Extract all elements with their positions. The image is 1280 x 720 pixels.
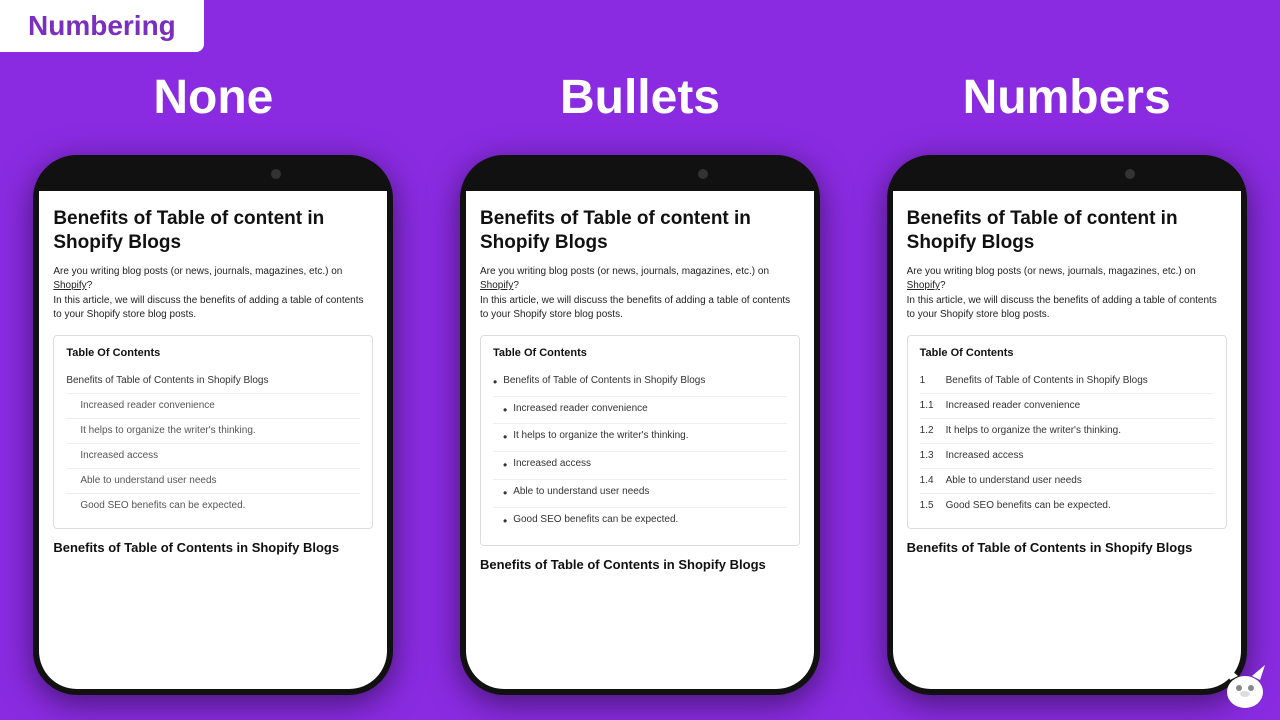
columns-row: None Bullets Numbers <box>0 70 1280 125</box>
fox-mascot <box>1220 660 1270 710</box>
phone-screen-numbers: Benefits of Table of content in Shopify … <box>893 191 1241 689</box>
bottom-heading-bullets: Benefits of Table of Contents in Shopify… <box>480 556 800 574</box>
toc-text-numbers-0[interactable]: Benefits of Table of Contents in Shopify… <box>946 374 1148 388</box>
col-label-numbers: Numbers <box>867 70 1267 125</box>
toc-title-bullets: Table Of Contents <box>493 346 787 361</box>
intro-text-none-2: ?In this article, we will discuss the be… <box>53 280 363 320</box>
fox-icon <box>1220 660 1270 710</box>
toc-sub-link-bullets-4[interactable]: Able to understand user needs <box>493 485 787 502</box>
toc-item-none-2[interactable]: It helps to organize the writer's thinki… <box>66 419 360 444</box>
toc-text-numbers-5[interactable]: Good SEO benefits can be expected. <box>946 499 1111 513</box>
toc-text-numbers-2[interactable]: It helps to organize the writer's thinki… <box>946 424 1121 438</box>
toc-item-bullets-0[interactable]: Benefits of Table of Contents in Shopify… <box>493 369 787 397</box>
toc-sub-link-bullets-3[interactable]: Increased access <box>493 457 787 474</box>
toc-main-link-bullets-0[interactable]: Benefits of Table of Contents in Shopify… <box>493 374 787 391</box>
screen-content-none: Benefits of Table of content in Shopify … <box>53 207 373 675</box>
notch-bullets <box>560 163 720 185</box>
blog-title-numbers: Benefits of Table of content in Shopify … <box>907 207 1227 255</box>
shopify-link-bullets[interactable]: Shopify <box>480 280 513 291</box>
toc-item-none-5[interactable]: Good SEO benefits can be expected. <box>66 494 360 518</box>
screen-content-bullets: Benefits of Table of content in Shopify … <box>480 207 800 675</box>
toc-item-bullets-3[interactable]: Increased access <box>493 452 787 480</box>
col-label-bullets: Bullets <box>440 70 840 125</box>
phone-none: Benefits of Table of content in Shopify … <box>33 155 393 695</box>
notch-numbers <box>987 163 1147 185</box>
intro-text-bullets-1: Are you writing blog posts (or news, jou… <box>480 266 769 277</box>
toc-title-numbers: Table Of Contents <box>920 346 1214 361</box>
toc-item-bullets-5[interactable]: Good SEO benefits can be expected. <box>493 508 787 535</box>
toc-num-numbers-0: 1 <box>920 374 946 388</box>
toc-num-numbers-5: 1.5 <box>920 499 946 513</box>
col-label-none: None <box>13 70 413 125</box>
toc-box-numbers: Table Of Contents 1 Benefits of Table of… <box>907 335 1227 529</box>
camera-dot-bullets <box>698 169 708 179</box>
toc-sub-link-bullets-2[interactable]: It helps to organize the writer's thinki… <box>493 429 787 446</box>
toc-item-numbers-5[interactable]: 1.5 Good SEO benefits can be expected. <box>920 494 1214 518</box>
intro-text-numbers-2: ?In this article, we will discuss the be… <box>907 280 1217 320</box>
toc-item-bullets-4[interactable]: Able to understand user needs <box>493 480 787 508</box>
toc-item-none-0[interactable]: Benefits of Table of Contents in Shopify… <box>66 369 360 394</box>
toc-item-bullets-1[interactable]: Increased reader convenience <box>493 397 787 425</box>
toc-item-numbers-3[interactable]: 1.3 Increased access <box>920 444 1214 469</box>
toc-box-none: Table Of Contents Benefits of Table of C… <box>53 335 373 529</box>
phone-screen-bullets: Benefits of Table of content in Shopify … <box>466 191 814 689</box>
screen-content-numbers: Benefits of Table of content in Shopify … <box>907 207 1227 675</box>
toc-title-none: Table Of Contents <box>66 346 360 361</box>
blog-title-none: Benefits of Table of content in Shopify … <box>53 207 373 255</box>
blog-title-bullets: Benefits of Table of content in Shopify … <box>480 207 800 255</box>
bottom-heading-none: Benefits of Table of Contents in Shopify… <box>53 539 373 557</box>
toc-num-numbers-2: 1.2 <box>920 424 946 438</box>
header-label: Numbering <box>28 10 176 41</box>
camera-dot-numbers <box>1125 169 1135 179</box>
intro-text-bullets-2: ?In this article, we will discuss the be… <box>480 280 790 320</box>
notch-none <box>133 163 293 185</box>
toc-sub-link-bullets-1[interactable]: Increased reader convenience <box>493 402 787 419</box>
toc-item-numbers-4[interactable]: 1.4 Able to understand user needs <box>920 469 1214 494</box>
blog-intro-bullets: Are you writing blog posts (or news, jou… <box>480 265 800 323</box>
toc-item-bullets-2[interactable]: It helps to organize the writer's thinki… <box>493 424 787 452</box>
toc-item-numbers-0[interactable]: 1 Benefits of Table of Contents in Shopi… <box>920 369 1214 394</box>
toc-item-none-3[interactable]: Increased access <box>66 444 360 469</box>
intro-text-numbers-1: Are you writing blog posts (or news, jou… <box>907 266 1196 277</box>
shopify-link-numbers[interactable]: Shopify <box>907 280 940 291</box>
toc-text-numbers-3[interactable]: Increased access <box>946 449 1024 463</box>
toc-num-numbers-3: 1.3 <box>920 449 946 463</box>
phone-bullets: Benefits of Table of content in Shopify … <box>460 155 820 695</box>
phone-numbers: Benefits of Table of content in Shopify … <box>887 155 1247 695</box>
toc-item-numbers-1[interactable]: 1.1 Increased reader convenience <box>920 394 1214 419</box>
blog-intro-numbers: Are you writing blog posts (or news, jou… <box>907 265 1227 323</box>
toc-box-bullets: Table Of Contents Benefits of Table of C… <box>480 335 800 546</box>
phones-row: Benefits of Table of content in Shopify … <box>0 155 1280 695</box>
shopify-link-none[interactable]: Shopify <box>53 280 86 291</box>
toc-item-none-1[interactable]: Increased reader convenience <box>66 394 360 419</box>
toc-item-numbers-2[interactable]: 1.2 It helps to organize the writer's th… <box>920 419 1214 444</box>
toc-text-numbers-1[interactable]: Increased reader convenience <box>946 399 1081 413</box>
toc-text-numbers-4[interactable]: Able to understand user needs <box>946 474 1082 488</box>
toc-num-numbers-4: 1.4 <box>920 474 946 488</box>
blog-intro-none: Are you writing blog posts (or news, jou… <box>53 265 373 323</box>
toc-item-none-4[interactable]: Able to understand user needs <box>66 469 360 494</box>
toc-sub-link-bullets-5[interactable]: Good SEO benefits can be expected. <box>493 513 787 530</box>
toc-num-numbers-1: 1.1 <box>920 399 946 413</box>
header-badge: Numbering <box>0 0 204 52</box>
camera-dot-none <box>271 169 281 179</box>
phone-screen-none: Benefits of Table of content in Shopify … <box>39 191 387 689</box>
intro-text-none-1: Are you writing blog posts (or news, jou… <box>53 266 342 277</box>
bottom-heading-numbers: Benefits of Table of Contents in Shopify… <box>907 539 1227 557</box>
